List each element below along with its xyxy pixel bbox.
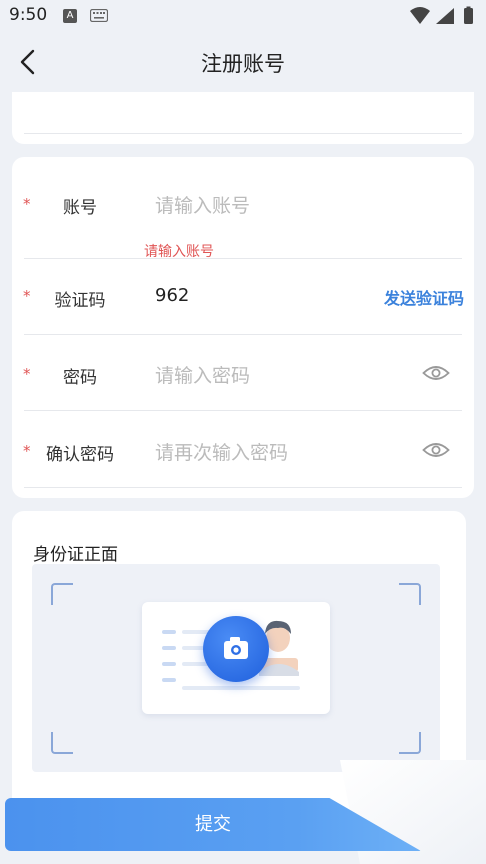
- battery-icon: [464, 8, 473, 24]
- register-form: * 账号 请输入账号 请输入账号 * 验证码 962 发送验证码 * 密码 请输…: [12, 157, 474, 498]
- status-bar: 9:50 A: [0, 0, 486, 34]
- confirm-password-label: 确认密码: [46, 445, 114, 465]
- code-label: 验证码: [54, 291, 106, 311]
- account-divider-row: [12, 183, 474, 259]
- header: 注册账号: [0, 34, 486, 90]
- status-icons: [410, 6, 473, 24]
- id-front-upload[interactable]: [32, 564, 440, 772]
- frame-corner: [399, 732, 421, 754]
- eye-icon[interactable]: [422, 440, 450, 460]
- frame-corner: [399, 583, 421, 605]
- frame-corner: [51, 583, 73, 605]
- password-row: * 密码 请输入密码: [12, 335, 474, 411]
- send-code-button[interactable]: 发送验证码: [384, 285, 464, 309]
- camera-button[interactable]: [203, 616, 269, 682]
- confirm-password-input[interactable]: 请再次输入密码: [155, 438, 288, 465]
- page-title: 注册账号: [201, 52, 285, 76]
- password-input[interactable]: 请输入密码: [155, 361, 250, 388]
- eye-icon[interactable]: [422, 363, 450, 383]
- divider: [24, 487, 462, 488]
- divider: [24, 133, 462, 134]
- code-row: * 验证码 962 发送验证码: [12, 259, 474, 335]
- previous-form-card: [12, 92, 474, 144]
- confirm-password-row: * 确认密码 请再次输入密码: [12, 412, 474, 488]
- divider: [24, 410, 462, 411]
- id-front-title: 身份证正面: [33, 545, 118, 565]
- code-input[interactable]: 962: [155, 285, 189, 306]
- keyboard-icon: [90, 9, 108, 22]
- signal-icon: [436, 8, 454, 24]
- submit-label: 提交: [195, 814, 231, 835]
- camera-icon: [224, 637, 248, 659]
- wifi-icon: [410, 7, 430, 24]
- frame-corner: [51, 732, 73, 754]
- a-notification-icon: A: [63, 9, 77, 23]
- password-label: 密码: [63, 368, 97, 388]
- status-time: 9:50: [9, 5, 48, 25]
